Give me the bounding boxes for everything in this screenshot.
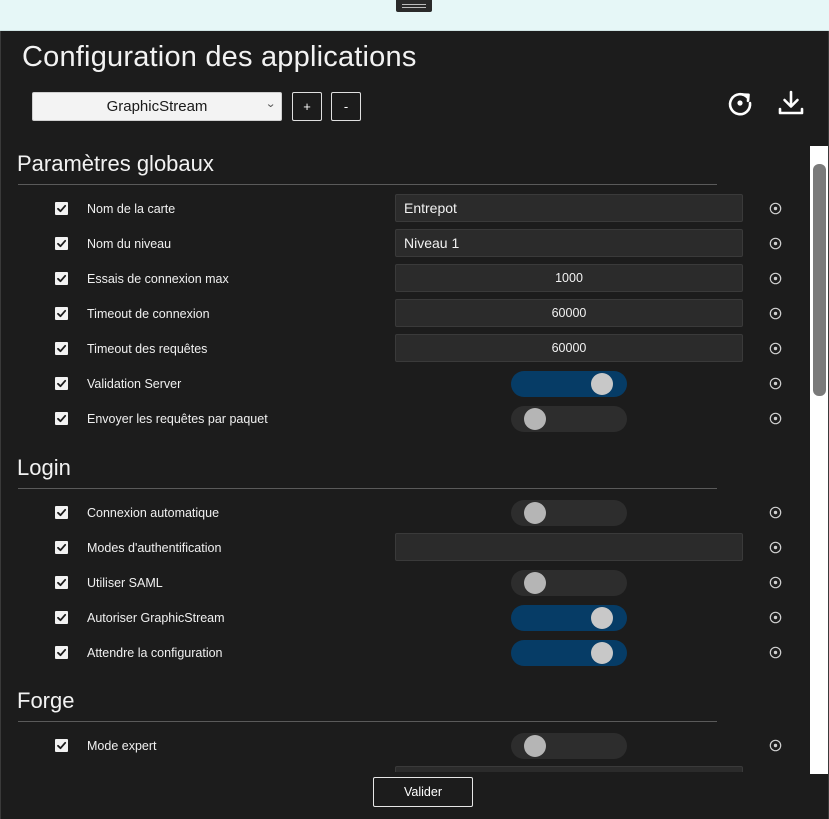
- chevron-down-icon: ⌄: [264, 98, 276, 110]
- setting-row: Attendre la configuration: [1, 638, 809, 668]
- reset-icon[interactable]: [769, 611, 782, 624]
- app-window: Configuration des applications GraphicSt…: [0, 31, 829, 819]
- toggle-knob: [524, 735, 546, 757]
- section-title: Forge: [17, 688, 75, 713]
- refresh-icon[interactable]: [725, 88, 755, 118]
- reset-icon[interactable]: [769, 307, 782, 320]
- reset-icon[interactable]: [769, 739, 782, 752]
- setting-input[interactable]: [395, 766, 743, 772]
- toggle-knob: [524, 408, 546, 430]
- setting-checkbox[interactable]: [55, 541, 68, 554]
- setting-row: Mode expert: [1, 731, 809, 761]
- setting-checkbox[interactable]: [55, 307, 68, 320]
- setting-label: Autoriser GraphicStream: [87, 611, 225, 625]
- setting-input[interactable]: Niveau 1: [395, 229, 743, 257]
- setting-checkbox[interactable]: [55, 611, 68, 624]
- reset-icon[interactable]: [769, 576, 782, 589]
- section-divider: [18, 184, 717, 185]
- reset-icon[interactable]: [769, 412, 782, 425]
- setting-label: Mode expert: [87, 739, 157, 753]
- setting-label: Essais de connexion max: [87, 272, 229, 286]
- setting-row: Timeout de connexion 60000: [1, 299, 809, 329]
- toggle-knob: [591, 642, 613, 664]
- section-divider: [18, 488, 717, 489]
- setting-checkbox[interactable]: [55, 646, 68, 659]
- setting-row: Nom de la carte Entrepot: [1, 194, 809, 224]
- setting-row: Autoriser GraphicStream: [1, 603, 809, 633]
- setting-checkbox[interactable]: [55, 506, 68, 519]
- setting-checkbox[interactable]: [55, 576, 68, 589]
- setting-input[interactable]: 60000: [395, 299, 743, 327]
- reset-icon[interactable]: [769, 202, 782, 215]
- setting-input[interactable]: Entrepot: [395, 194, 743, 222]
- app-select[interactable]: GraphicStream ⌄: [32, 92, 282, 121]
- page-title: Configuration des applications: [22, 41, 417, 73]
- setting-row: Nom du niveau Niveau 1: [1, 229, 809, 259]
- setting-toggle[interactable]: [511, 733, 627, 759]
- settings-list[interactable]: Paramètres globaux Nom de la carte Entrepo…: [1, 144, 809, 772]
- reset-icon[interactable]: [769, 237, 782, 250]
- setting-row: Validation Server: [1, 369, 809, 399]
- setting-row: Connexion automatique: [1, 498, 809, 528]
- setting-toggle[interactable]: [511, 406, 627, 432]
- setting-label: Utiliser SAML: [87, 576, 163, 590]
- setting-checkbox[interactable]: [55, 739, 68, 752]
- setting-row: Envoyer les requêtes par paquet: [1, 404, 809, 434]
- reset-icon[interactable]: [769, 342, 782, 355]
- setting-label: Connexion automatique: [87, 506, 220, 520]
- validate-button[interactable]: Valider: [373, 777, 473, 807]
- add-app-button[interactable]: +: [292, 92, 322, 121]
- reset-icon[interactable]: [769, 506, 782, 519]
- vertical-scrollbar[interactable]: [810, 146, 828, 774]
- setting-row: Utiliser SAML: [1, 568, 809, 598]
- setting-checkbox[interactable]: [55, 377, 68, 390]
- setting-input[interactable]: 1000: [395, 264, 743, 292]
- setting-row: Modes d'authentification: [1, 533, 809, 563]
- setting-row: Timeout des requêtes 60000: [1, 334, 809, 364]
- setting-toggle[interactable]: [511, 500, 627, 526]
- toggle-knob: [524, 502, 546, 524]
- toggle-knob: [591, 373, 613, 395]
- setting-toggle[interactable]: [511, 640, 627, 666]
- setting-checkbox[interactable]: [55, 272, 68, 285]
- setting-label: Nom de la carte: [87, 202, 176, 216]
- reset-icon[interactable]: [769, 646, 782, 659]
- setting-toggle[interactable]: [511, 605, 627, 631]
- download-icon[interactable]: [776, 88, 806, 118]
- reset-icon[interactable]: [769, 377, 782, 390]
- setting-checkbox[interactable]: [55, 342, 68, 355]
- app-select-value: GraphicStream: [106, 98, 208, 115]
- section-divider: [18, 721, 717, 722]
- setting-label: Timeout de connexion: [87, 307, 210, 321]
- setting-row: Essais de connexion max 1000: [1, 264, 809, 294]
- toggle-knob: [591, 607, 613, 629]
- section-title: Paramètres globaux: [17, 151, 214, 176]
- remove-app-button[interactable]: -: [331, 92, 361, 121]
- toggle-knob: [524, 572, 546, 594]
- reset-icon[interactable]: [769, 272, 782, 285]
- setting-checkbox[interactable]: [55, 412, 68, 425]
- setting-input[interactable]: 60000: [395, 334, 743, 362]
- setting-input[interactable]: [395, 533, 743, 561]
- scrollbar-thumb[interactable]: [813, 164, 826, 396]
- setting-label: Nom du niveau: [87, 237, 172, 251]
- drag-handle[interactable]: [396, 0, 432, 12]
- title-bar: [0, 0, 829, 31]
- reset-icon[interactable]: [769, 541, 782, 554]
- setting-toggle[interactable]: [511, 371, 627, 397]
- setting-label: Modes d'authentification: [87, 541, 222, 555]
- setting-label: Validation Server: [87, 377, 182, 391]
- setting-checkbox[interactable]: [55, 237, 68, 250]
- setting-label: Attendre la configuration: [87, 646, 223, 660]
- setting-label: Envoyer les requêtes par paquet: [87, 412, 268, 426]
- setting-toggle[interactable]: [511, 570, 627, 596]
- section-title: Login: [17, 455, 71, 480]
- setting-checkbox[interactable]: [55, 202, 68, 215]
- setting-label: Timeout des requêtes: [87, 342, 208, 356]
